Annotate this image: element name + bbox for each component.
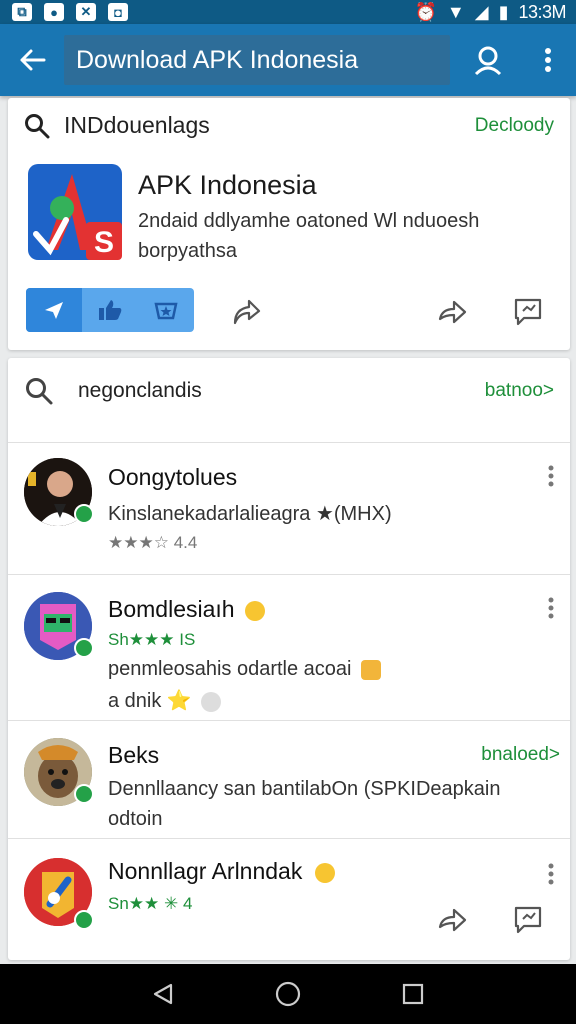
results-action-link[interactable]: batnoo> — [485, 380, 554, 402]
send-icon — [45, 302, 63, 319]
favorite-button[interactable] — [138, 288, 194, 332]
more-vert-icon — [548, 597, 554, 619]
results-card: negonclandis batnoo> Oongytolues Kinslan… — [8, 358, 570, 960]
alarm-icon: ⏰ — [414, 1, 437, 22]
app-description: 2ndaid ddlyamhe oatoned Wl nduoesh borpy… — [138, 210, 480, 262]
results-query-text: negonclandis — [78, 379, 202, 402]
search-input[interactable]: Download APK Indonesia — [64, 35, 450, 85]
status-bar: ⧉ ● ✕ ◘ ⏰ ▼ ◢ ▮ 13:3M — [0, 0, 576, 24]
forward-button[interactable] — [434, 294, 470, 330]
account-button[interactable] — [456, 24, 520, 96]
back-button[interactable] — [0, 24, 64, 96]
more-vert-icon — [548, 863, 554, 885]
thumb-up-icon — [99, 300, 122, 320]
back-triangle-icon — [153, 983, 172, 1005]
feedback-button[interactable] — [510, 902, 546, 938]
rating-value: 4.4 — [173, 533, 198, 552]
item-subtitle: Dennllaancy san bantilabOn (SPKIDeapkain — [108, 778, 501, 800]
divider — [8, 574, 570, 575]
reaction-button-group — [26, 288, 194, 332]
online-badge — [74, 504, 94, 524]
item-menu-button[interactable] — [544, 462, 558, 490]
app-bar: Download APK Indonesia — [0, 24, 576, 96]
star-badge-icon — [154, 302, 178, 320]
wifi-icon: ▼ — [446, 1, 465, 22]
svg-text:S: S — [94, 226, 114, 259]
divider — [8, 838, 570, 839]
rating: Sn★★ ✳ 4 — [108, 894, 193, 913]
item-title: Bomdlesiaıh — [108, 596, 265, 623]
item-subtitle: Kinslanekadarlalieagra ★(MHX) — [108, 503, 392, 525]
forward-button[interactable] — [434, 902, 470, 938]
forward-icon — [438, 908, 467, 932]
close-notification-icon: ✕ — [76, 3, 96, 21]
camera-notification-icon: ◘ — [108, 3, 128, 21]
more-options-button[interactable] — [520, 24, 576, 96]
sticker-icon — [361, 659, 382, 680]
more-vert-icon — [548, 465, 554, 487]
apk-indonesia-app-icon[interactable]: S — [28, 164, 122, 260]
rating: ★★★☆ 4.4 — [108, 533, 197, 553]
share-icon — [233, 299, 261, 325]
item-title: Beks — [108, 742, 160, 768]
share-button[interactable] — [228, 294, 264, 330]
featured-app-card: INDdouenlags Decloody S APK Indonesia 2n… — [8, 98, 570, 350]
divider — [8, 442, 570, 443]
item-title: Oongytolues — [108, 464, 238, 490]
search-icon — [25, 113, 50, 138]
smile-emoji-icon — [244, 600, 265, 621]
clock: 13:3M — [518, 1, 566, 22]
results-search-row: negonclandis batnoo> — [24, 376, 554, 406]
search-input-text: Download APK Indonesia — [76, 45, 359, 74]
feedback-icon — [514, 298, 542, 326]
nav-home-button[interactable] — [268, 974, 308, 1014]
nav-back-button[interactable] — [143, 974, 183, 1014]
smile-emoji-icon — [314, 862, 335, 883]
signal-icon: ◢ — [474, 1, 489, 22]
shield-notification-icon: ● — [44, 3, 64, 21]
item-menu-button[interactable] — [544, 860, 558, 888]
item-title: Nonnllagr Arlnndak — [108, 858, 335, 885]
feedback-button[interactable] — [510, 294, 546, 330]
gallery-notification-icon: ⧉ — [12, 3, 32, 21]
forward-icon — [438, 300, 467, 324]
item-subtitle-2: a dnik ⭐ — [108, 688, 222, 713]
item-subtitle: penmleosahis odartle acoai — [108, 658, 382, 681]
online-badge — [74, 784, 94, 804]
battery-icon: ▮ — [498, 1, 509, 22]
like-button[interactable] — [82, 288, 138, 332]
home-circle-icon — [275, 981, 301, 1007]
send-button[interactable] — [26, 288, 82, 332]
system-navigation-bar — [0, 964, 576, 1024]
app-title: APK Indonesia — [138, 170, 317, 200]
divider — [8, 720, 570, 721]
arrow-back-icon — [20, 49, 46, 71]
card-query-text: INDdouenlags — [64, 112, 210, 138]
recents-square-icon — [403, 983, 424, 1005]
online-badge — [74, 910, 94, 930]
online-badge — [74, 638, 94, 658]
item-download-link[interactable]: bnaloed> — [481, 744, 560, 766]
rating: Sh★★★ IS — [108, 630, 196, 649]
account-search-icon — [474, 46, 502, 76]
feedback-icon — [514, 906, 542, 934]
more-vert-icon — [545, 48, 551, 72]
download-link[interactable]: Decloody — [475, 115, 554, 137]
rating-stars: ★★★☆ — [108, 533, 169, 552]
card-search-row: INDdouenlags Decloody — [24, 112, 554, 139]
item-subtitle-2: odtoin — [108, 808, 163, 830]
search-icon — [26, 378, 53, 405]
item-menu-button[interactable] — [544, 594, 558, 622]
nav-recents-button[interactable] — [393, 974, 433, 1014]
face-emoji-icon — [201, 691, 222, 712]
